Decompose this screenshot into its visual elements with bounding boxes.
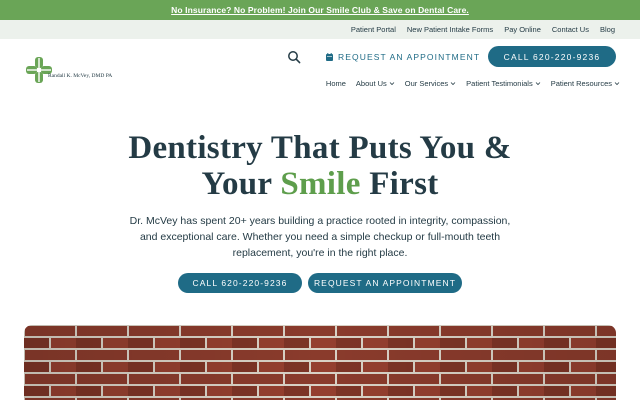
hero-title: Dentistry That Puts You & Your Smile Fir… [0,130,640,202]
request-appointment-link[interactable]: REQUEST AN APPOINTMENT [326,51,480,63]
hero-title-after: First [360,166,439,202]
nav-item-label: About Us [355,78,387,88]
logo[interactable]: Randall K. McVey, DMD PA [26,57,126,83]
utility-nav: Patient Portal New Patient Intake Forms … [351,20,615,39]
promo-link[interactable]: No Insurance? No Problem! Join Our Smile… [171,5,469,15]
hero-appointment-button[interactable]: REQUEST AN APPOINTMENT [308,273,462,293]
utility-link-intake-forms[interactable]: New Patient Intake Forms [407,25,493,34]
utility-bar: Patient Portal New Patient Intake Forms … [0,20,640,39]
nav-item-label: Home [325,78,346,88]
hero-title-accent: Smile [280,166,361,202]
call-button-label: CALL 620-220-9236 [503,51,601,62]
utility-link-pay-online[interactable]: Pay Online [504,25,541,34]
logo-cross-icon [26,57,52,83]
hero-appointment-button-label: REQUEST AN APPOINTMENT [313,278,457,288]
promo-banner: No Insurance? No Problem! Join Our Smile… [0,0,640,20]
utility-link-contact-us[interactable]: Contact Us [552,25,589,34]
utility-link-blog[interactable]: Blog [600,25,615,34]
nav-item-patient-resources[interactable]: Patient Resources [551,79,620,88]
nav-item-home[interactable]: Home [326,79,346,88]
site-header: Randall K. McVey, DMD PA REQUEST AN APPO… [0,39,640,103]
chevron-down-icon [389,81,395,85]
chevron-down-icon [450,81,456,85]
utility-link-patient-portal[interactable]: Patient Portal [351,25,396,34]
chevron-down-icon [535,81,540,85]
brick-pattern [24,325,616,400]
logo-text: Randall K. McVey, DMD PA [48,73,113,79]
hero-call-button[interactable]: CALL 620-220-9236 [178,273,302,293]
request-appointment-label: REQUEST AN APPOINTMENT [338,52,481,62]
hero-title-before: Your [201,166,281,202]
hero-description: Dr. McVey has spent 20+ years building a… [129,215,511,259]
hero-title-line1: Dentistry That Puts You & [128,130,512,166]
nav-item-about-us[interactable]: About Us [356,79,395,88]
nav-item-our-services[interactable]: Our Services [405,79,456,88]
nav-item-patient-testimonials[interactable]: Patient Testimonials [466,79,541,88]
chevron-down-icon [614,81,620,85]
main-nav: Home About Us Our Services Patient Testi… [326,77,620,89]
nav-item-label: Patient Testimonials [466,78,533,88]
search-icon[interactable] [287,50,301,64]
nav-item-label: Our Services [404,78,449,88]
call-button[interactable]: CALL 620-220-9236 [488,46,616,67]
nav-item-label: Patient Resources [550,78,612,88]
hero-call-button-label: CALL 620-220-9236 [192,278,288,288]
calendar-icon [326,53,333,61]
brick-wall-image [24,325,616,400]
hero-section: Dentistry That Puts You & Your Smile Fir… [0,103,640,325]
